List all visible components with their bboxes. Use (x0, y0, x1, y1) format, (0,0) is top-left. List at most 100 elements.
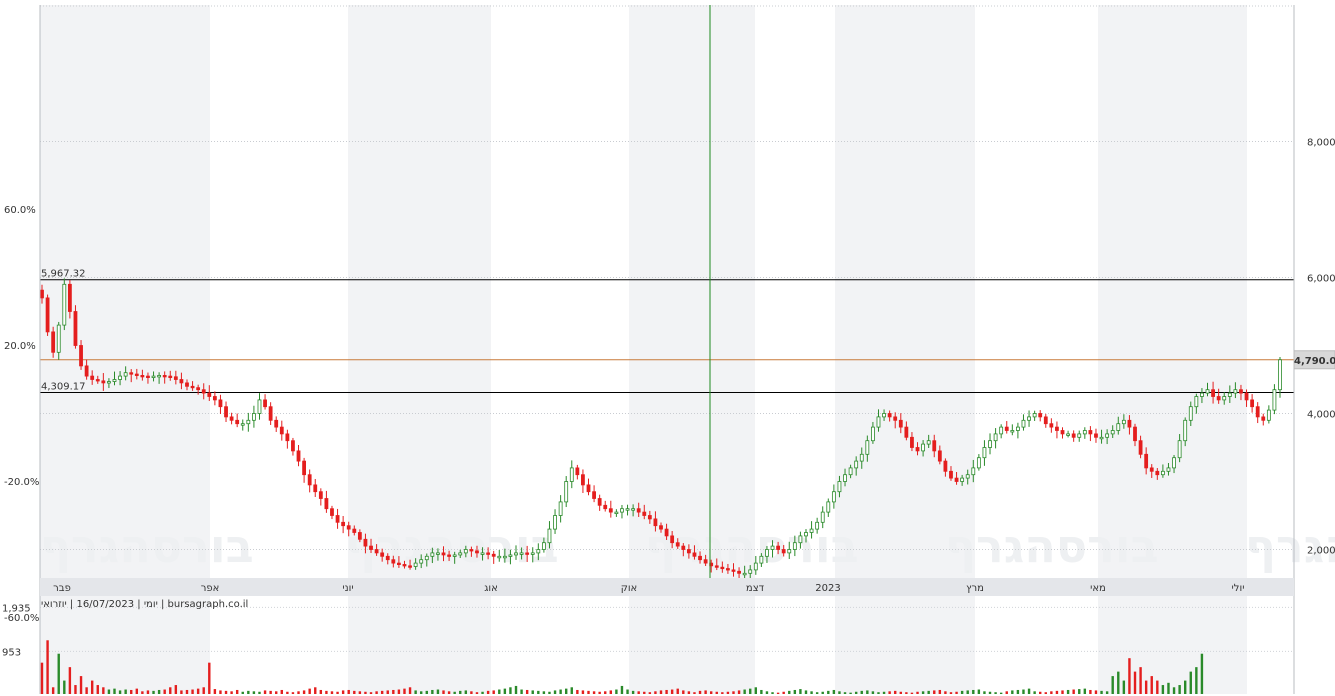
candle-body (848, 467, 853, 476)
candle-body (999, 426, 1004, 435)
price-tick-label: 4,000 (1307, 410, 1335, 421)
info-line: יומי | 16/07/2023 | יוזרואי | bursagraph… (41, 599, 248, 610)
candle-body (776, 545, 781, 550)
volume-bar (202, 687, 205, 694)
candle-body (62, 283, 67, 326)
candle-body (1121, 419, 1126, 425)
volume-bar (1011, 690, 1014, 694)
candle-body (1255, 406, 1260, 418)
candle-body (73, 311, 78, 346)
candle-body (737, 570, 741, 574)
candle-body (982, 447, 987, 459)
candle-body (291, 440, 295, 452)
candle-body (391, 559, 396, 564)
candle-body (40, 289, 44, 299)
candle-body (882, 413, 886, 418)
volume-bar (1005, 691, 1008, 694)
volume-bar (1016, 689, 1020, 694)
volume-bar (637, 691, 640, 694)
level-label: 5,967.32 (41, 269, 86, 280)
candle-body (84, 365, 89, 377)
candle-body (447, 554, 451, 557)
candle-body (307, 474, 312, 486)
volume-bar (1150, 676, 1153, 694)
candle-body (129, 372, 134, 375)
candle-body (67, 283, 72, 312)
candle-body (792, 542, 797, 550)
volume-bar (319, 689, 323, 694)
volume-bar (392, 689, 395, 694)
volume-bar (492, 690, 495, 694)
candle-body (146, 375, 150, 379)
candle-body (1071, 433, 1076, 438)
volume-bar (68, 667, 72, 694)
volume-bar (1094, 690, 1098, 694)
volume-bar (525, 689, 529, 694)
volume-bar (843, 692, 847, 694)
candle-body (1188, 406, 1193, 421)
candle-body (95, 379, 100, 382)
candle-body (575, 467, 580, 476)
volume-bar (693, 692, 696, 694)
volume-bar (576, 689, 579, 694)
volume-bar (871, 691, 875, 694)
candle-body (1077, 433, 1082, 438)
candle-body (1160, 470, 1165, 476)
candle-body (904, 426, 909, 438)
candle-body (1116, 423, 1121, 431)
volume-bar (314, 687, 317, 694)
candle-body (1032, 413, 1037, 418)
candle-body (324, 498, 329, 510)
volume-bar (481, 691, 484, 694)
candle-body (553, 515, 557, 530)
volume-bar (375, 691, 378, 694)
candle-body (179, 379, 184, 384)
volume-bar (715, 691, 718, 694)
candle-body (748, 569, 753, 574)
volume-bar (358, 691, 362, 694)
candle-body (831, 491, 836, 503)
candle-body (1272, 389, 1277, 411)
candle-body (686, 549, 691, 554)
candle-body (530, 552, 535, 555)
candle-body (787, 549, 792, 554)
volume-bar (1027, 688, 1031, 694)
month-label: אוק (621, 583, 638, 594)
watermarks: בורסהגרףבורסהגרףבורסהגרףבורסהגרףבורסהגרף (40, 519, 1335, 573)
candle-body (246, 419, 251, 425)
candle-body (357, 532, 362, 540)
volume-bar (659, 690, 663, 694)
volume-bar (486, 690, 490, 694)
volume-bar (263, 690, 267, 694)
candle-body (201, 389, 206, 394)
candle-body (960, 477, 965, 482)
volume-bar (213, 689, 217, 694)
volume-bar (185, 689, 189, 694)
volume-bar (732, 691, 735, 694)
candle-body (502, 555, 507, 559)
price-tick-label: 2,000 (1307, 546, 1335, 557)
volume-bar (51, 687, 55, 694)
candle-body (263, 399, 267, 408)
candle-body (625, 508, 630, 511)
volume-bar (291, 692, 295, 694)
volume-bar (1195, 667, 1198, 694)
volume-bar (269, 690, 272, 694)
candle-body (1222, 396, 1227, 401)
volume-bar (782, 691, 785, 694)
volume-bar (643, 691, 646, 694)
volume-bar (799, 689, 802, 694)
volume-bar (687, 691, 691, 694)
candle-body (1144, 453, 1149, 469)
volume-bar (838, 691, 841, 694)
candle-body (993, 433, 998, 442)
volume-bar (899, 691, 902, 694)
volume-bar (698, 690, 702, 694)
volume-bar (157, 689, 161, 694)
candle-body (274, 419, 279, 428)
volume-bar (347, 689, 350, 694)
volume-bar (570, 687, 573, 694)
candle-body (162, 375, 167, 378)
volume-bar (520, 689, 523, 694)
volume-bar (152, 690, 155, 694)
